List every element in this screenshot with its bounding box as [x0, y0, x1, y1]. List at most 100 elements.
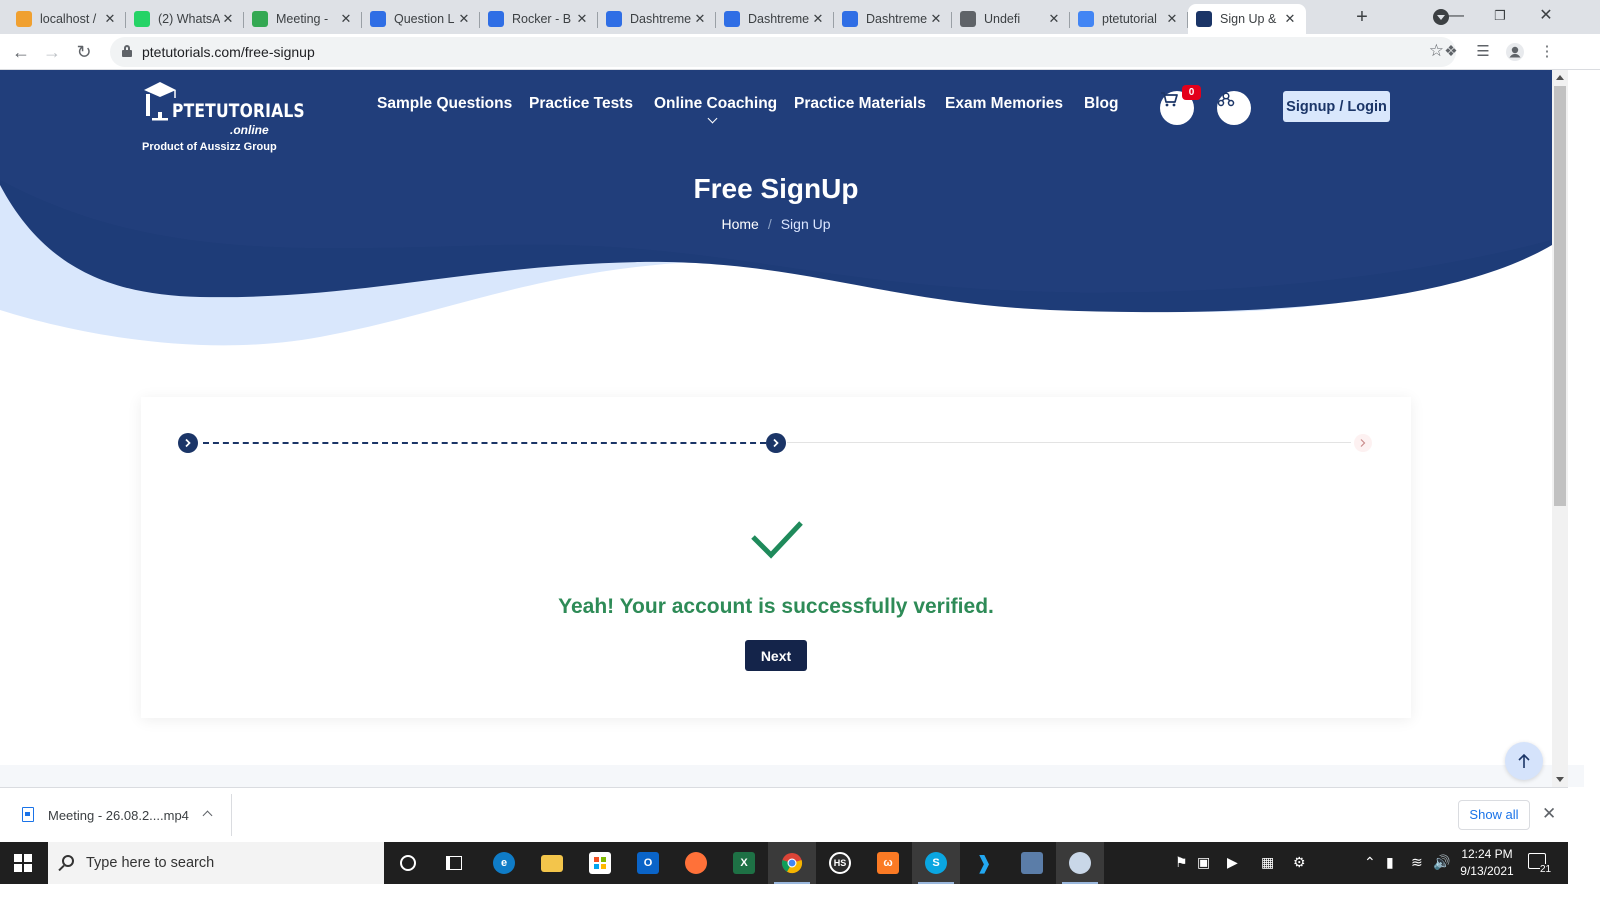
scroll-to-top-button[interactable] [1505, 742, 1543, 780]
nav-practice-tests[interactable]: Practice Tests [529, 95, 633, 113]
forward-arrow-icon[interactable]: → [40, 40, 64, 64]
browser-menu-icon[interactable]: ⋮ [1537, 42, 1557, 62]
breadcrumb-current: Sign Up [780, 216, 831, 232]
tab-close-icon[interactable]: ✕ [338, 11, 354, 27]
download-file-name[interactable]: Meeting - 26.08.2....mp4 [48, 808, 189, 823]
tab-close-icon[interactable]: ✕ [928, 11, 944, 27]
skype-icon[interactable]: S [912, 842, 960, 884]
browser-tab-strip: localhost / ✕ (2) WhatsA ✕ Meeting - ✕ Questio… [0, 0, 1600, 34]
tab-favicon-icon [134, 11, 150, 27]
tab-title: Question L [394, 12, 455, 26]
volume-icon[interactable]: 🔊 [1433, 854, 1450, 871]
close-icon[interactable]: ✕ [1542, 804, 1556, 824]
tab-close-icon[interactable]: ✕ [220, 11, 236, 27]
scroll-down-arrow-icon[interactable] [1556, 777, 1564, 782]
battery-icon[interactable]: ▮ [1386, 854, 1394, 871]
image-icon[interactable]: ▦ [1261, 854, 1274, 871]
scroll-up-arrow-icon[interactable] [1556, 75, 1564, 80]
tab-title: Undefi [984, 12, 1021, 26]
xampp-icon[interactable]: ω [864, 842, 912, 884]
notification-count: 21 [1540, 864, 1552, 875]
tab-close-icon[interactable]: ✕ [574, 11, 590, 27]
firefox-icon[interactable] [672, 842, 720, 884]
taskbar-search-box[interactable]: Type here to search [48, 842, 384, 884]
cortana-icon[interactable] [384, 842, 432, 884]
browser-tab[interactable]: Rocker - B ✕ [480, 4, 598, 34]
next-button[interactable]: Next [745, 640, 807, 671]
account-button[interactable] [1217, 91, 1251, 125]
show-all-button[interactable]: Show all [1458, 800, 1530, 830]
tab-close-icon[interactable]: ✕ [1164, 11, 1180, 27]
web-page: PTETUTORIALS .online Product of Aussizz … [0, 70, 1584, 787]
scrollbar-thumb[interactable] [1554, 86, 1566, 506]
signup-login-button[interactable]: Signup / Login [1283, 91, 1390, 122]
tab-close-icon[interactable]: ✕ [456, 11, 472, 27]
chevron-right-icon [1360, 439, 1366, 447]
hubstaff-icon[interactable]: HS [816, 842, 864, 884]
browser-tab[interactable]: Meeting - ✕ [244, 4, 362, 34]
taskbar-clock[interactable]: 12:24 PM 9/13/2021 [1452, 846, 1522, 880]
tab-favicon-icon [370, 11, 386, 27]
wifi-icon[interactable]: ≋ [1411, 854, 1423, 871]
tab-close-icon[interactable]: ✕ [1282, 11, 1298, 27]
browser-tab[interactable]: Dashtreme ✕ [834, 4, 952, 34]
tab-close-icon[interactable]: ✕ [102, 11, 118, 27]
browser-tab[interactable]: Undefi ✕ [952, 4, 1070, 34]
nav-blog[interactable]: Blog [1084, 95, 1118, 113]
url-text[interactable]: ptetutorials.com/free-signup [142, 44, 315, 60]
extensions-puzzle-icon[interactable]: ❖ [1441, 42, 1461, 62]
chrome-icon[interactable] [768, 842, 816, 884]
address-bar[interactable]: ptetutorials.com/free-signup ☆ [110, 37, 1456, 67]
arrow-up-icon [1518, 753, 1530, 768]
browser-tab[interactable]: Sign Up & ✕ [1188, 4, 1306, 34]
settings-gear-icon[interactable]: ⚙ [1293, 854, 1306, 871]
browser-tab[interactable]: ptetutorial ✕ [1070, 4, 1188, 34]
windows-start-icon[interactable] [14, 854, 32, 872]
browser-tab[interactable]: Question L ✕ [362, 4, 480, 34]
browser-tab[interactable]: localhost / ✕ [8, 4, 126, 34]
minimize-button[interactable]: — [1436, 4, 1476, 28]
tab-close-icon[interactable]: ✕ [810, 11, 826, 27]
new-tab-button[interactable]: + [1350, 6, 1374, 30]
task-view-icon[interactable] [430, 842, 478, 884]
file-explorer-icon[interactable] [528, 842, 576, 884]
browser-tab[interactable]: Dashtreme ✕ [598, 4, 716, 34]
camera-icon[interactable]: ▣ [1197, 854, 1210, 871]
tab-close-icon[interactable]: ✕ [1046, 11, 1062, 27]
nav-online-coaching[interactable]: Online Coaching [654, 95, 777, 113]
nav-exam-memories[interactable]: Exam Memories [945, 95, 1063, 113]
network-app-icon[interactable] [1008, 842, 1056, 884]
chevron-up-icon[interactable]: ⌃ [1364, 854, 1376, 871]
tab-close-icon[interactable]: ✕ [692, 11, 708, 27]
pin-icon[interactable]: ⚑ [1175, 854, 1188, 871]
edge-icon[interactable]: e [480, 842, 528, 884]
site-logo[interactable]: PTETUTORIALS .online Product of Aussizz … [142, 78, 305, 158]
close-window-button[interactable]: ✕ [1526, 4, 1566, 28]
paint-icon[interactable] [1056, 842, 1104, 884]
chevron-up-icon[interactable] [202, 810, 213, 821]
browser-tab[interactable]: (2) WhatsA ✕ [126, 4, 244, 34]
store-icon[interactable] [576, 842, 624, 884]
vscode-icon[interactable]: ❱ [960, 842, 1008, 884]
excel-icon[interactable]: X [720, 842, 768, 884]
reload-icon[interactable]: ↻ [72, 40, 96, 64]
back-arrow-icon[interactable]: ← [9, 40, 33, 64]
signup-card: Yeah! Your account is successfully verif… [141, 397, 1411, 718]
page-scrollbar[interactable] [1552, 70, 1568, 787]
reading-list-icon[interactable]: ☰ [1473, 42, 1493, 62]
breadcrumb-home[interactable]: Home [721, 216, 758, 232]
tab-favicon-icon [1078, 11, 1094, 27]
browser-tab[interactable]: Dashtreme ✕ [716, 4, 834, 34]
clock-time: 12:24 PM [1461, 847, 1513, 861]
nav-practice-materials[interactable]: Practice Materials [794, 95, 926, 113]
logo-product-of: Product of Aussizz Group [142, 141, 277, 153]
tab-favicon-icon [16, 11, 32, 27]
outlook-icon[interactable]: O [624, 842, 672, 884]
video-icon[interactable]: ▶ [1227, 854, 1238, 871]
profile-avatar-icon[interactable] [1505, 42, 1525, 62]
nav-sample-questions[interactable]: Sample Questions [377, 95, 512, 113]
completed-progress-line [203, 442, 766, 444]
restore-button[interactable]: ❐ [1480, 4, 1520, 28]
tab-title: Dashtreme [866, 12, 928, 26]
tab-title: Dashtreme [748, 12, 810, 26]
